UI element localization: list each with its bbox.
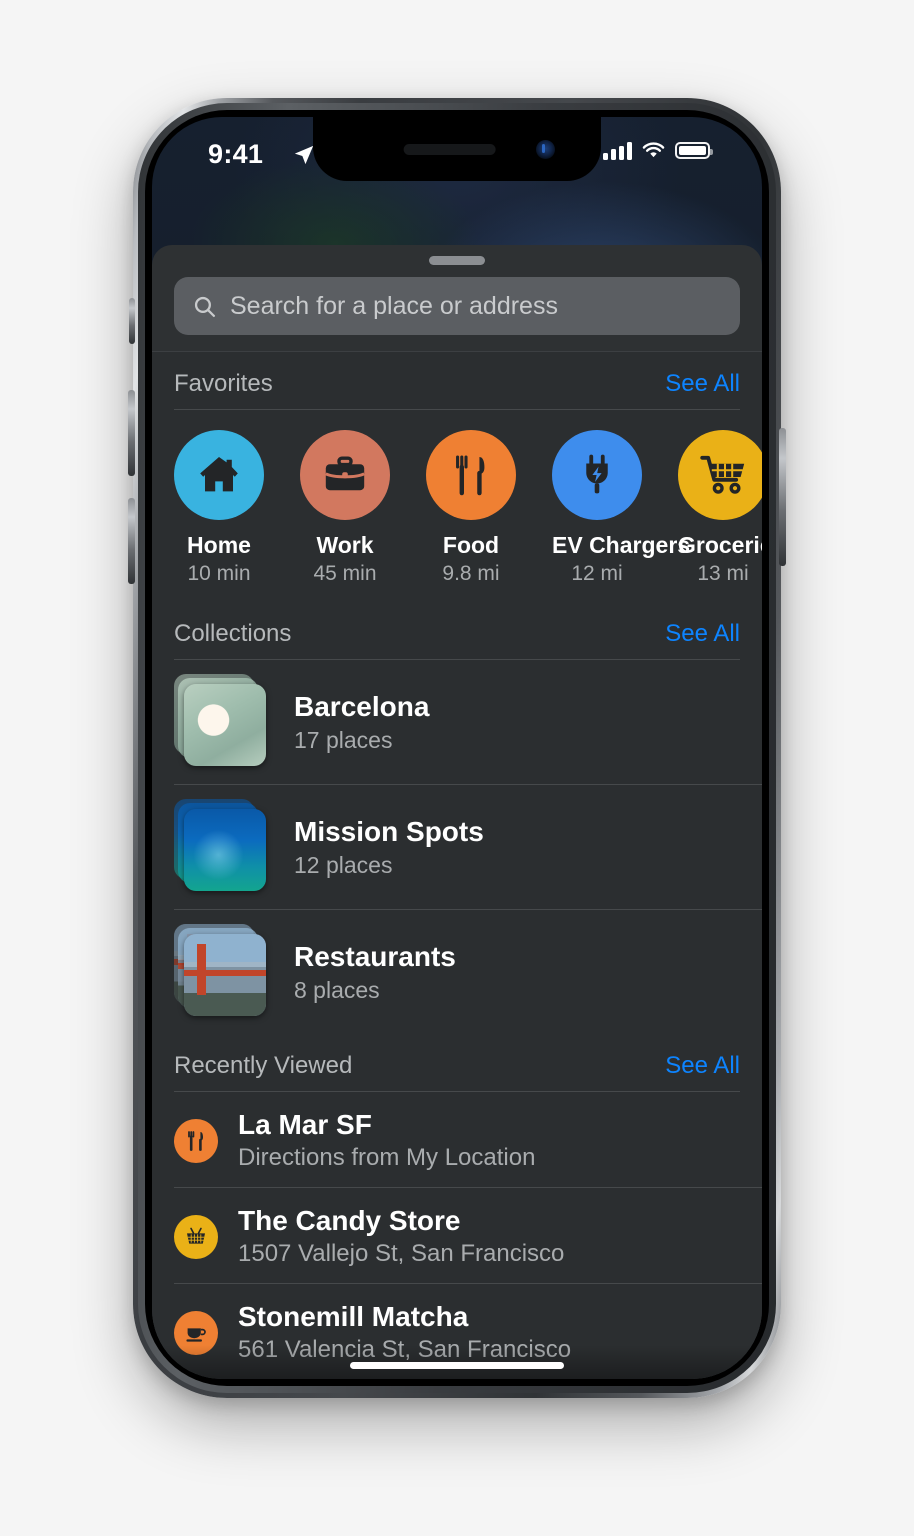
collection-thumbnail: [174, 674, 270, 770]
recent-name: Stonemill Matcha: [238, 1301, 469, 1332]
collection-place-count: 12 places: [294, 851, 393, 878]
sheet-grabber[interactable]: [429, 256, 485, 265]
iphone-device: 9:41 Search for a place or address Favor…: [128, 98, 786, 1398]
earpiece-speaker: [403, 144, 496, 155]
search-bar[interactable]: Search for a place or address: [152, 265, 762, 351]
favorite-detail: 12 mi: [571, 562, 623, 585]
search-icon: [194, 296, 216, 317]
status-time: 9:41: [208, 139, 264, 169]
favorites-header: Favorites See All: [152, 352, 762, 409]
shopping-cart-icon: [678, 430, 762, 520]
favorite-label: EV Chargers: [552, 532, 691, 558]
recently-viewed-see-all-link[interactable]: See All: [665, 1052, 740, 1080]
recent-name: The Candy Store: [238, 1205, 461, 1236]
favorites-title: Favorites: [174, 370, 273, 397]
search-input[interactable]: Search for a place or address: [230, 292, 558, 321]
ev-plug-icon: [552, 430, 642, 520]
favorite-item-food[interactable]: Food 9.8 mi: [426, 430, 516, 586]
basket-icon: [174, 1214, 218, 1259]
recently-viewed-header: Recently Viewed See All: [152, 1034, 762, 1091]
volume-down-button[interactable]: [128, 498, 135, 584]
battery-full-icon: [675, 142, 713, 159]
location-arrow-icon: [293, 144, 315, 171]
recently-viewed-title: Recently Viewed: [174, 1052, 353, 1079]
favorite-label: Food: [442, 532, 500, 558]
recent-detail: 1507 Vallejo St, San Francisco: [238, 1240, 565, 1267]
phone-screen: 9:41 Search for a place or address Favor…: [152, 117, 762, 1379]
collections-header: Collections See All: [152, 602, 762, 659]
status-indicators: [603, 141, 713, 160]
cellular-signal-icon: [603, 141, 632, 160]
collection-thumbnail: [174, 799, 270, 895]
cup-icon: [174, 1310, 218, 1355]
front-camera-icon: [536, 140, 555, 159]
collection-place-count: 8 places: [294, 976, 380, 1003]
recent-item-the-candy-store[interactable]: The Candy Store 1507 Vallejo St, San Fra…: [152, 1188, 762, 1283]
favorites-list[interactable]: Home 10 min Work 45 min Food 9.8 mi EV C…: [152, 410, 762, 602]
home-indicator[interactable]: [350, 1362, 564, 1369]
collection-thumbnail: [174, 924, 270, 1020]
favorites-see-all-link[interactable]: See All: [665, 370, 740, 398]
sheet-content: Favorites See All Home 10 min Work 45 mi…: [152, 351, 762, 1379]
collection-item-mission-spots[interactable]: Mission Spots 12 places: [152, 785, 762, 909]
favorite-label: Groceries: [678, 532, 762, 558]
wifi-icon: [642, 142, 665, 158]
collection-name: Mission Spots: [294, 815, 484, 847]
favorite-detail: 10 min: [187, 562, 251, 585]
maps-bottom-sheet[interactable]: Search for a place or address Favorites …: [152, 245, 762, 1379]
collection-item-barcelona[interactable]: Barcelona 17 places: [152, 660, 762, 784]
recent-name: La Mar SF: [238, 1109, 372, 1140]
briefcase-icon: [300, 430, 390, 520]
favorite-detail: 13 mi: [697, 562, 749, 585]
recent-detail: 561 Valencia St, San Francisco: [238, 1336, 572, 1363]
favorite-item-work[interactable]: Work 45 min: [300, 430, 390, 586]
cutlery-icon: [174, 1118, 218, 1163]
power-button[interactable]: [779, 428, 786, 566]
mute-switch-button[interactable]: [129, 298, 135, 344]
volume-up-button[interactable]: [128, 390, 135, 476]
favorite-item-home[interactable]: Home 10 min: [174, 430, 264, 586]
collection-name: Barcelona: [294, 690, 430, 722]
favorite-label: Work: [316, 532, 374, 558]
cutlery-icon: [426, 430, 516, 520]
favorite-item-groceries[interactable]: Groceries 13 mi: [678, 430, 762, 586]
collections-see-all-link[interactable]: See All: [665, 620, 740, 648]
favorite-detail: 9.8 mi: [442, 562, 500, 585]
recent-item-la-mar-sf[interactable]: La Mar SF Directions from My Location: [152, 1092, 762, 1187]
search-field[interactable]: Search for a place or address: [174, 277, 740, 335]
notch: [313, 117, 601, 181]
favorite-label: Home: [187, 532, 251, 558]
collection-name: Restaurants: [294, 940, 456, 972]
collections-title: Collections: [174, 620, 292, 647]
collection-item-restaurants[interactable]: Restaurants 8 places: [152, 910, 762, 1034]
home-icon: [174, 430, 264, 520]
favorite-item-ev-chargers[interactable]: EV Chargers 12 mi: [552, 430, 691, 586]
collection-place-count: 17 places: [294, 726, 393, 753]
recent-detail: Directions from My Location: [238, 1144, 536, 1171]
favorite-detail: 45 min: [313, 562, 377, 585]
